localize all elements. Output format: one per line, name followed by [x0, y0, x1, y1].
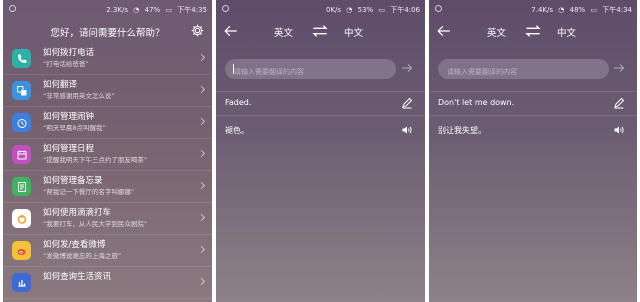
help-item-memo[interactable]: 如何管理备忘录 “帮我记一下餐厅的名字叫娜娜” [3, 171, 212, 203]
back-arrow-icon[interactable] [224, 25, 238, 37]
translate-screen-2: 7.4K/s ◔ 48% ▭ 下午4:34 英文 中文 Don't let me… [429, 0, 637, 302]
translated-text: 别让我失望。 [438, 126, 486, 135]
gear-status-icon [9, 5, 16, 14]
chevron-right-icon [197, 149, 206, 158]
help-item-example: “提醒我明天下午三点约了朋友喝茶” [43, 156, 148, 164]
speaker-icon[interactable] [613, 124, 625, 136]
help-item-life[interactable]: 如何查询生活资讯 [3, 267, 212, 299]
settings-gear-icon[interactable] [191, 24, 204, 37]
translate-input-box[interactable] [438, 59, 609, 82]
help-item-calendar[interactable]: 如何管理日程 “提醒我明天下午三点约了朋友喝茶” [3, 139, 212, 171]
divider [216, 91, 425, 92]
help-item-didi[interactable]: 如何使用滴滴打车 “我要打车，从人民大学到民众剧院” [3, 203, 212, 235]
assistant-help-screen: 2.3K/s ◔ 47% ▭ 下午4:35 您好，请问需要什么帮助？ 如何拨打电… [3, 0, 212, 302]
divider [429, 91, 637, 92]
help-item-phone[interactable]: 如何拨打电话 “打电话给爸爸” [3, 43, 212, 75]
help-topic-list: 如何拨打电话 “打电话给爸爸” 如何翻译 “非常感谢用英文怎么说” 如何管理闹钟… [3, 43, 212, 299]
network-speed: 2.3K/s [106, 6, 129, 14]
wifi-icon: ◔ [558, 6, 565, 14]
help-item-title: 如何查询生活资讯 [43, 272, 112, 282]
help-item-title: 如何发/查看微博 [43, 240, 106, 250]
target-language[interactable]: 中文 [557, 25, 576, 39]
send-arrow-icon[interactable] [613, 62, 625, 74]
help-item-example: “非常感谢用英文怎么说” [43, 92, 115, 100]
help-item-alarm[interactable]: 如何管理闹钟 “明天早晨8点叫醒我” [3, 107, 212, 139]
status-bar: 7.4K/s ◔ 48% ▭ 下午4:34 [429, 0, 637, 18]
translate-input-box[interactable] [225, 59, 396, 82]
edit-pencil-icon[interactable] [401, 97, 413, 109]
network-speed: 7.4K/s [531, 6, 554, 14]
swap-languages-icon[interactable] [312, 25, 328, 37]
gear-status-icon [435, 5, 442, 14]
weibo-icon [12, 241, 31, 260]
gear-status-icon [222, 5, 229, 14]
swap-languages-icon[interactable] [525, 25, 541, 37]
help-item-title: 如何管理备忘录 [43, 176, 103, 186]
chevron-right-icon [197, 245, 206, 254]
source-text: Faded. [225, 98, 252, 107]
chevron-right-icon [197, 277, 206, 286]
battery-level: 47% [144, 6, 161, 14]
source-text: Don't let me down. [438, 98, 515, 107]
translated-text: 褪色。 [225, 126, 249, 135]
help-item-title: 如何管理闹钟 [43, 112, 95, 122]
help-item-title: 如何使用滴滴打车 [43, 208, 112, 218]
wifi-icon: ◔ [133, 6, 140, 14]
status-bar: 0K/s ◔ 53% ▭ 下午4:06 [216, 0, 425, 18]
source-language[interactable]: 英文 [487, 25, 506, 39]
clock: 下午4:06 [390, 6, 420, 14]
chevron-right-icon [197, 53, 206, 62]
battery-icon: ▭ [165, 6, 173, 14]
edit-pencil-icon[interactable] [613, 97, 625, 109]
help-item-example: “明天早晨8点叫醒我” [43, 124, 106, 132]
chevron-right-icon [197, 181, 206, 190]
divider [216, 115, 425, 116]
help-item-example: “帮我记一下餐厅的名字叫娜娜” [43, 188, 135, 196]
help-item-translate[interactable]: 如何翻译 “非常感谢用英文怎么说” [3, 75, 212, 107]
wifi-icon: ◔ [346, 6, 353, 14]
life-info-icon [12, 273, 31, 292]
chevron-right-icon [197, 85, 206, 94]
translate-input[interactable] [225, 62, 396, 82]
text-caret [233, 64, 234, 74]
help-item-example: “我要打车，从人民大学到民众剧院” [43, 220, 148, 228]
source-language[interactable]: 英文 [274, 25, 293, 39]
translate-header: 英文 中文 [216, 18, 425, 46]
help-item-example: “打电话给爸爸” [43, 60, 89, 68]
help-item-title: 如何翻译 [43, 80, 78, 90]
translate-header: 英文 中文 [429, 18, 637, 46]
battery-level: 48% [569, 6, 586, 14]
phone-icon [12, 49, 31, 68]
clock: 下午4:34 [602, 6, 632, 14]
memo-icon [12, 177, 31, 196]
target-language[interactable]: 中文 [344, 25, 363, 39]
clock: 下午4:35 [177, 6, 207, 14]
help-item-title: 如何管理日程 [43, 144, 95, 154]
divider [429, 115, 637, 116]
translate-input[interactable] [438, 62, 609, 82]
send-arrow-icon[interactable] [401, 62, 413, 74]
status-bar: 2.3K/s ◔ 47% ▭ 下午4:35 [3, 0, 212, 18]
assistant-greeting: 您好，请问需要什么帮助？ [50, 28, 165, 39]
chevron-right-icon [197, 213, 206, 222]
network-speed: 0K/s [325, 6, 342, 14]
calendar-icon [12, 145, 31, 164]
battery-level: 53% [357, 6, 374, 14]
help-item-weibo[interactable]: 如何发/查看微博 “发微博说难忘的上海之旅” [3, 235, 212, 267]
battery-icon: ▭ [378, 6, 386, 14]
help-item-example: “发微博说难忘的上海之旅” [43, 252, 122, 260]
help-item-title: 如何拨打电话 [43, 48, 95, 58]
alarm-icon [12, 113, 31, 132]
battery-icon: ▭ [590, 6, 598, 14]
back-arrow-icon[interactable] [437, 25, 451, 37]
car-icon [12, 209, 31, 228]
chevron-right-icon [197, 117, 206, 126]
speaker-icon[interactable] [401, 124, 413, 136]
translate-screen-1: 0K/s ◔ 53% ▭ 下午4:06 英文 中文 Faded. 褪色。 [216, 0, 425, 302]
translate-icon [12, 81, 31, 100]
